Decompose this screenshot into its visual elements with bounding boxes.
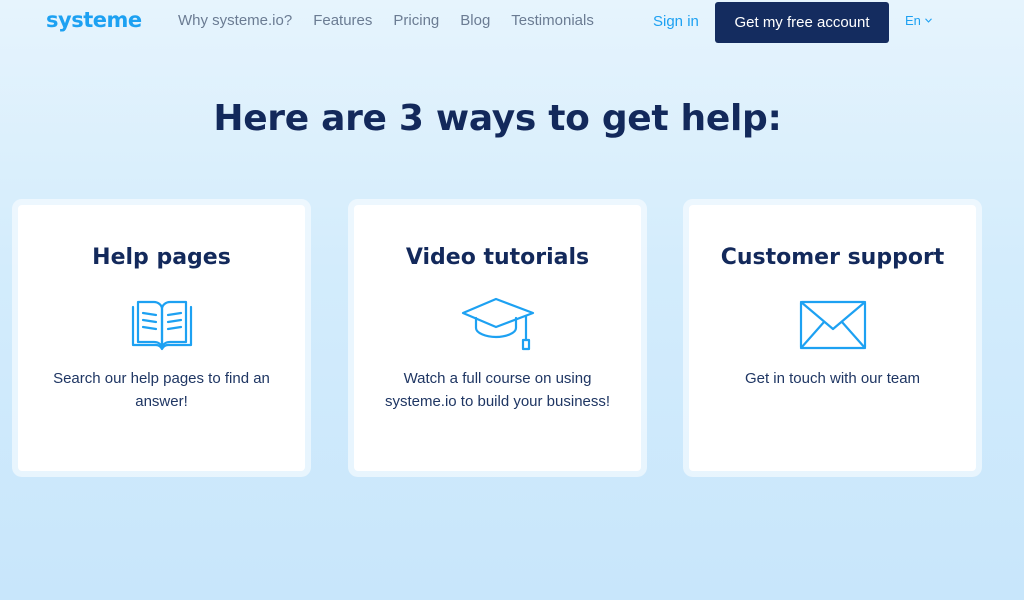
card-description: Watch a full course on using systeme.io …: [384, 370, 611, 410]
nav-link-features[interactable]: Features: [313, 12, 372, 29]
card-title: Customer support: [720, 245, 945, 270]
systeme-logo[interactable]: systeme: [46, 8, 142, 32]
get-free-account-button[interactable]: Get my free account: [715, 2, 889, 43]
nav-link-why-systeme[interactable]: Why systeme.io?: [178, 12, 292, 29]
help-pages-card[interactable]: Help pages Search our help pages to find…: [18, 205, 305, 471]
video-tutorials-card[interactable]: Video tutorials Watch a full course on u…: [354, 205, 641, 471]
card-description: Search our help pages to find an answer!: [53, 370, 270, 410]
graduation-cap-icon: [458, 293, 538, 357]
nav-link-pricing[interactable]: Pricing: [393, 12, 439, 29]
card-title: Help pages: [92, 245, 231, 270]
language-selector[interactable]: En: [905, 13, 932, 28]
language-label: En: [905, 13, 921, 28]
top-navigation: systeme Why systeme.io? Features Pricing…: [0, 0, 1024, 44]
chevron-down-icon: [925, 18, 932, 23]
nav-link-blog[interactable]: Blog: [460, 12, 490, 29]
card-description: Get in touch with our team: [744, 370, 921, 387]
customer-support-card[interactable]: Customer support Get in touch with our t…: [689, 205, 976, 471]
sign-in-link[interactable]: Sign in: [653, 13, 699, 30]
card-title: Video tutorials: [405, 245, 590, 270]
open-book-icon: [122, 293, 202, 357]
envelope-icon: [793, 293, 873, 357]
nav-link-testimonials[interactable]: Testimonials: [511, 12, 594, 29]
page-headline: Here are 3 ways to get help:: [213, 98, 782, 139]
nav-links: Why systeme.io? Features Pricing Blog Te…: [178, 12, 594, 29]
